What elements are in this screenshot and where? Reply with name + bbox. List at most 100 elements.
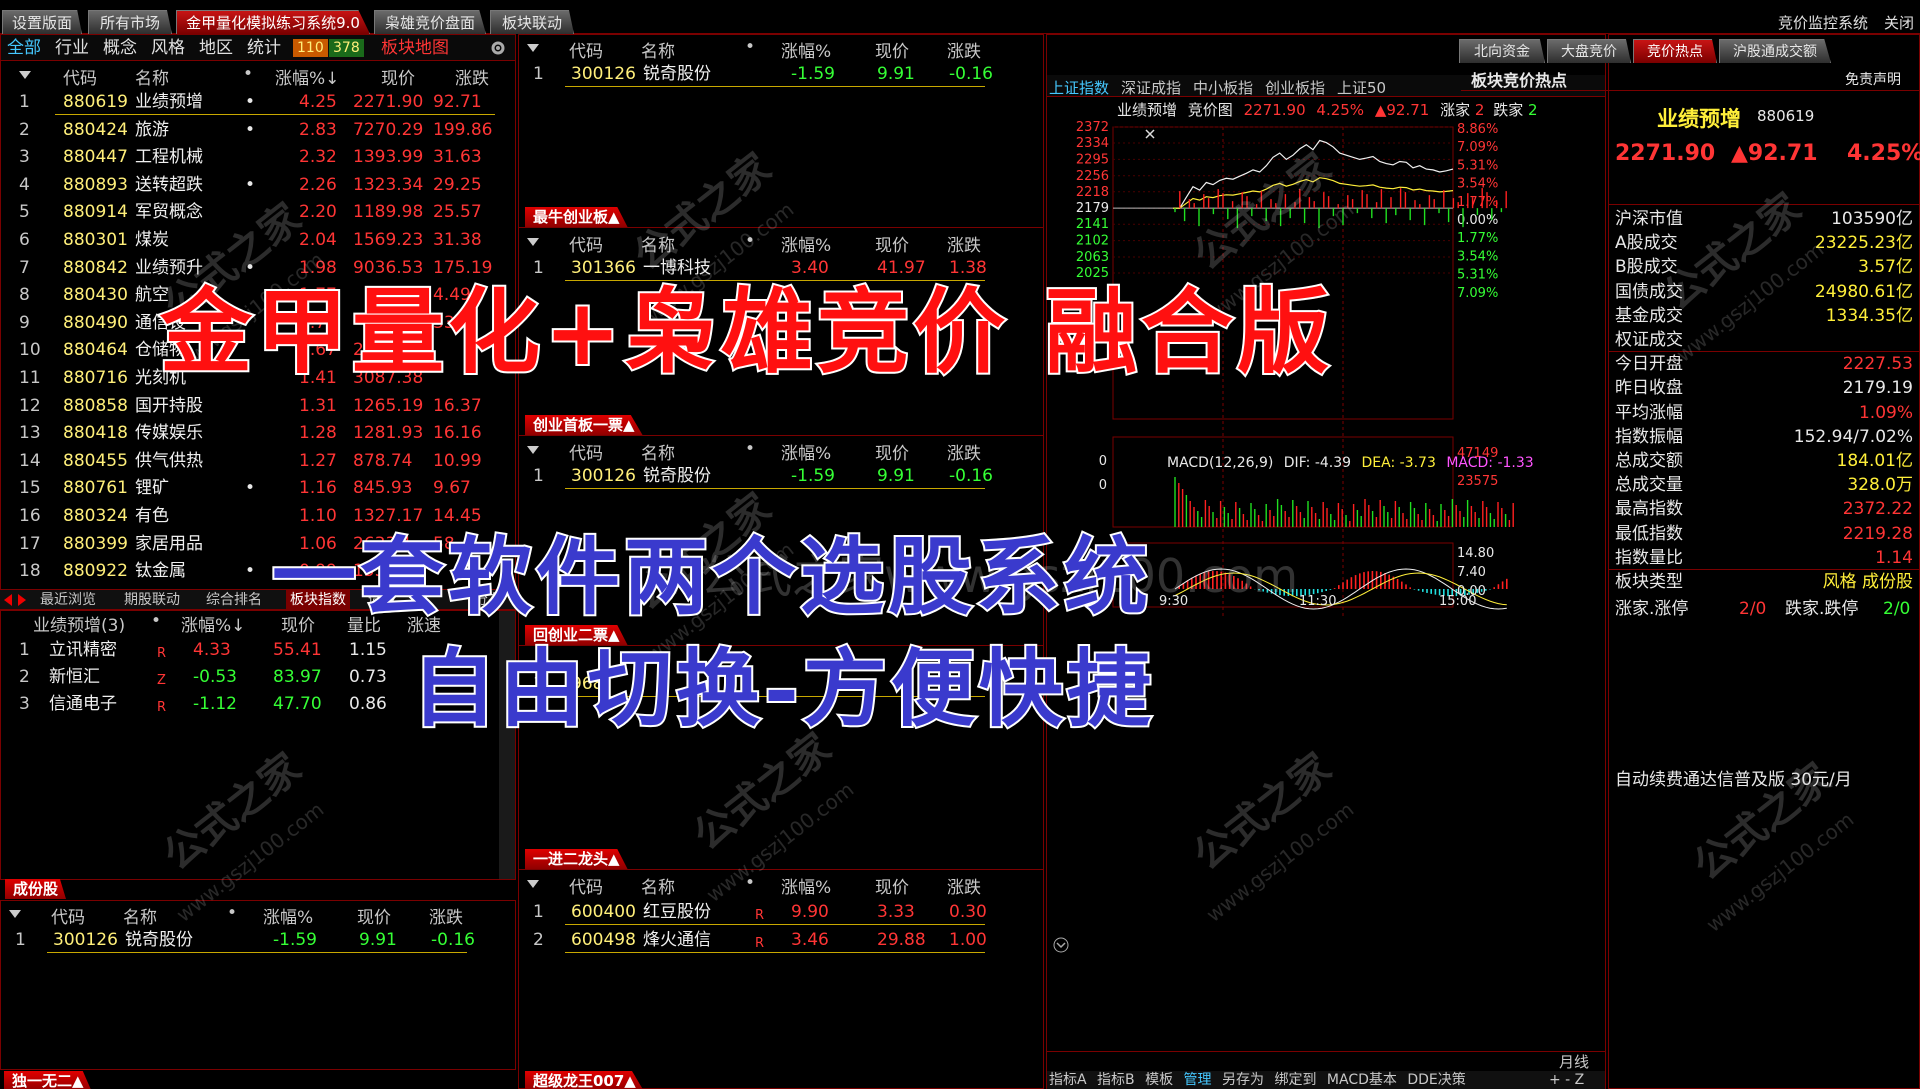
col-pct[interactable]: 涨幅% [781,37,831,62]
table-row[interactable]: 1 300126 锐奇股份 -1.59 9.91 -0.16 [519,463,1033,490]
tab-recent[interactable]: 最近浏览 [40,590,96,610]
tab-hk-connect[interactable]: 沪股通成交额 [1719,39,1831,63]
col-price[interactable]: 现价 [875,439,909,464]
filter-style[interactable]: 风格 [151,36,185,60]
col-code[interactable]: 代码 [569,37,603,62]
sort-down-icon[interactable] [527,44,539,52]
zoom-controls[interactable]: + - Z [1549,1071,1584,1089]
disclaimer-link[interactable]: 免责声明 [1845,69,1901,89]
tab-bind[interactable]: 绑定到 [1274,1072,1316,1088]
tab-indicator-b[interactable]: 指标B [1097,1072,1135,1088]
table-row[interactable]: 3 880447 工程机械 2.32 1393.99 31.63 [1,144,515,171]
sort-down-icon[interactable] [527,238,539,246]
tab-save-as[interactable]: 另存为 [1222,1072,1264,1088]
filter-industry[interactable]: 行业 [55,36,89,60]
zuiniu-header: 代码 名称 • 涨幅% 现价 涨跌 [519,229,1043,256]
table-row[interactable]: 5 880914 军贸概念 2.20 1189.98 25.57 [1,199,515,226]
tab-indicator-a[interactable]: 指标A [1049,1072,1087,1088]
tab-futures-link[interactable]: 期股联动 [124,590,180,610]
sort-down-icon[interactable] [19,71,31,79]
filter-concept[interactable]: 概念 [103,36,137,60]
col-code[interactable]: 代码 [51,903,85,928]
tab-xiaoxiong-auction[interactable]: 枭雄竞价盘面 [374,10,486,34]
auction-monitor-link[interactable]: 竞价监控系统 [1778,12,1868,33]
table-row[interactable]: 2 600498 烽火通信 R 3.46 29.88 1.00 [519,927,1033,954]
tab-auction-hot[interactable]: 竞价热点 [1633,39,1717,63]
table-row[interactable]: 1 600400 红豆股份 R 9.90 3.33 0.30 [519,899,1033,926]
row-change: 31.63 [433,147,482,168]
table-row[interactable]: 1 880619 业绩预增 • 4.25 2271.90 92.71 [1,89,515,116]
tab-dde[interactable]: DDE决策 [1407,1072,1465,1088]
col-change[interactable]: 涨跌 [947,439,981,464]
tab-all-markets[interactable]: 所有市场 [88,10,172,34]
gear-icon[interactable] [489,39,507,57]
col-price[interactable]: 现价 [381,64,415,89]
col-price[interactable]: 现价 [875,873,909,898]
table-row[interactable]: 1 300126 锐奇股份 -1.59 9.91 -0.16 [1,927,515,954]
index-tab-sh[interactable]: 上证指数 [1049,77,1109,98]
col-name[interactable]: 名称 [641,873,675,898]
tab-jinjia-system[interactable]: 金甲量化模拟练习系统9.0 [176,10,370,34]
col-price[interactable]: 现价 [875,231,909,256]
col-name[interactable]: 名称 [123,903,157,928]
sort-down-icon[interactable] [527,880,539,888]
pct-tick-label: 3.54% [1457,177,1498,192]
col-change[interactable]: 涨跌 [947,873,981,898]
col-code[interactable]: 代码 [569,873,603,898]
col-name[interactable]: 名称 [135,64,169,89]
tab-market-auction[interactable]: 大盘竞价 [1547,39,1631,63]
member-col-group[interactable]: 业绩预增(3) [33,611,125,636]
info-label: 权证成交 [1615,330,1683,350]
col-pct[interactable]: 涨幅%↓ [275,64,339,89]
tab-north-funds[interactable]: 北向资金 [1459,39,1545,63]
col-change[interactable]: 涨跌 [455,64,489,89]
col-price[interactable]: 现价 [357,903,391,928]
table-row[interactable]: 15 880761 锂矿 • 1.16 845.93 9.67 [1,475,515,502]
table-row[interactable]: 12 880858 国开持股 1.31 1265.19 16.37 [1,393,515,420]
index-tab-sz[interactable]: 深证成指 [1121,77,1181,98]
nav-arrows-icon[interactable] [4,594,26,606]
col-change[interactable]: 涨跌 [947,37,981,62]
tab-sector-link[interactable]: 板块联动 [490,10,574,34]
tab-template[interactable]: 模板 [1145,1072,1173,1088]
tab-layout-settings[interactable]: 设置版面 [2,10,82,34]
sort-down-icon[interactable] [9,910,21,918]
period-label[interactable]: 月线 [1559,1051,1589,1072]
index-tab-gem[interactable]: 创业板指 [1265,77,1325,98]
col-name[interactable]: 名称 [641,37,675,62]
tab-macd-basic[interactable]: MACD基本 [1327,1072,1397,1088]
sort-down-icon[interactable] [527,446,539,454]
close-icon[interactable] [1145,129,1155,139]
col-change[interactable]: 涨跌 [429,903,463,928]
ad-text[interactable]: 自动续费通达信普及版 30元/月 [1615,765,1852,790]
tab-rank[interactable]: 综合排名 [206,590,262,610]
col-code[interactable]: 代码 [63,64,97,89]
col-code[interactable]: 代码 [569,231,603,256]
index-tab-sme[interactable]: 中小板指 [1193,77,1253,98]
tab-manage[interactable]: 管理 [1184,1072,1212,1088]
col-pct[interactable]: 涨幅% [781,231,831,256]
table-row[interactable]: 14 880455 供气供热 1.27 878.74 10.99 [1,448,515,475]
filter-all[interactable]: 全部 [7,36,41,60]
col-name[interactable]: 名称 [641,439,675,464]
col-pct[interactable]: 涨幅% [781,439,831,464]
table-row[interactable]: 4 880893 送转超跌 • 2.26 1323.34 29.25 [1,172,515,199]
col-pct[interactable]: 涨幅% [781,873,831,898]
col-code[interactable]: 代码 [569,439,603,464]
col-change[interactable]: 涨跌 [947,231,981,256]
table-row[interactable]: 1 300126 锐奇股份 -1.59 9.91 -0.16 [519,61,1033,88]
table-row[interactable]: 13 880418 传媒娱乐 1.28 1281.93 16.16 [1,420,515,447]
col-pct[interactable]: 涨幅% [263,903,313,928]
table-row[interactable]: 2 880424 旅游 • 2.83 7270.29 199.86 [1,117,515,144]
close-button[interactable]: 关闭 [1884,12,1914,33]
filter-region[interactable]: 地区 [199,36,233,60]
table-row[interactable]: 6 880301 煤炭 2.04 1569.23 31.38 [1,227,515,254]
index-tab-sz50[interactable]: 上证50 [1337,77,1386,98]
col-name[interactable]: 名称 [641,231,675,256]
member-col-pct[interactable]: 涨幅%↓ [181,611,245,636]
chevron-down-icon[interactable] [1053,937,1069,953]
sector-map-link[interactable]: 板块地图 [381,36,449,60]
filter-stats[interactable]: 统计 [247,36,281,60]
time-tick-label: 15:00 [1439,594,1476,609]
col-price[interactable]: 现价 [875,37,909,62]
